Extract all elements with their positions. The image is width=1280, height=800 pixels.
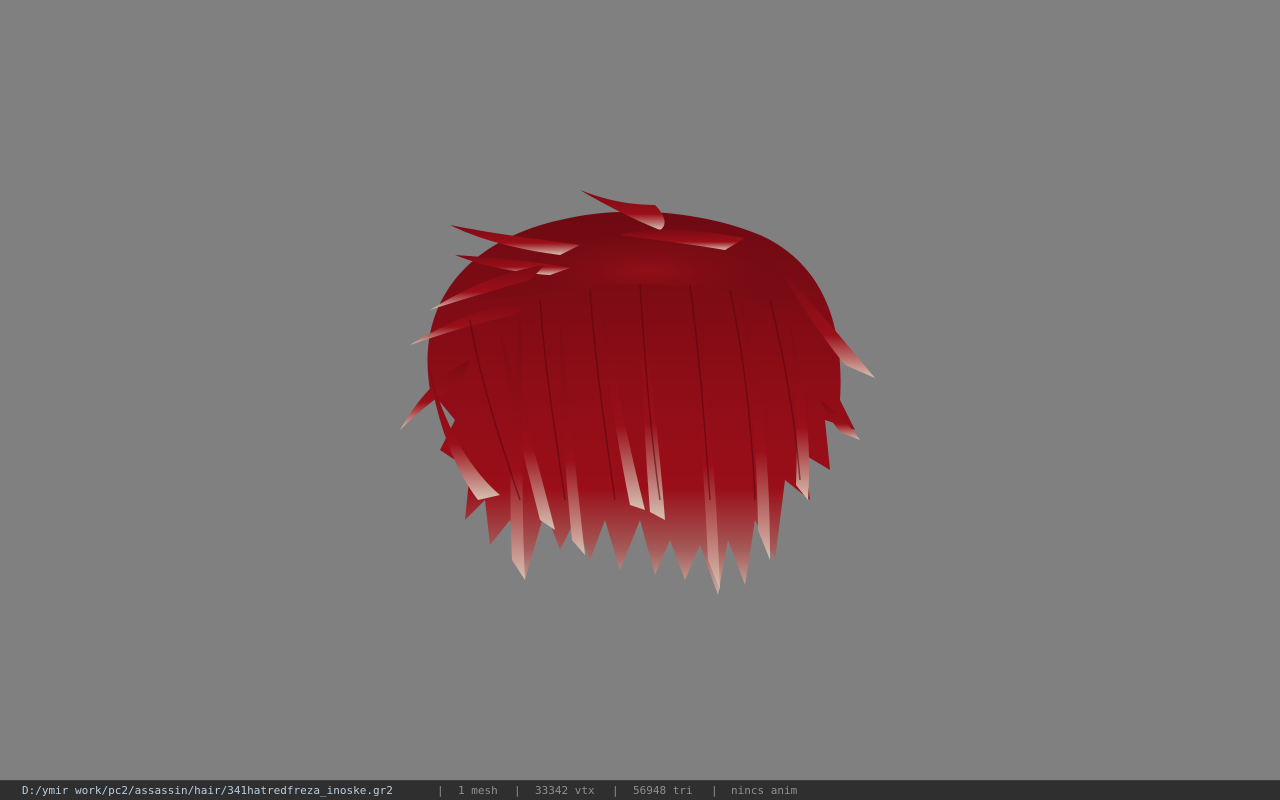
- status-separator: |: [514, 784, 521, 797]
- mesh-count-label: 1 mesh: [458, 784, 498, 797]
- hair-mass: [400, 190, 875, 595]
- status-separator: |: [437, 784, 444, 797]
- status-separator: |: [711, 784, 718, 797]
- 3d-viewport[interactable]: [0, 0, 1280, 780]
- hair-model-render[interactable]: [0, 0, 1280, 780]
- anim-status-label: nincs anim: [731, 784, 798, 797]
- status-separator: |: [612, 784, 619, 797]
- triangle-count-label: 56948 tri: [633, 784, 693, 797]
- status-bar: D:/ymir work/pc2/assassin/hair/341hatred…: [0, 780, 1280, 800]
- vertex-count-label: 33342 vtx: [535, 784, 595, 797]
- file-path-label: D:/ymir work/pc2/assassin/hair/341hatred…: [22, 784, 393, 797]
